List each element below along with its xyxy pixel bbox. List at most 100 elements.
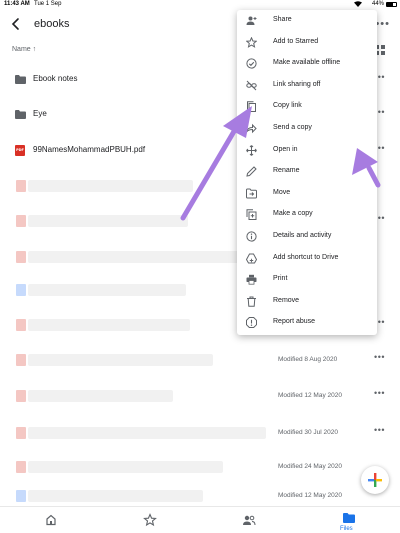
status-bar: 11:43 AM Tue 1 Sep 44% bbox=[0, 0, 400, 10]
menu-item-label: Remove bbox=[273, 296, 300, 304]
bottom-navigation: Files bbox=[0, 506, 400, 533]
menu-item-add-shortcut-to-drive[interactable]: Add shortcut to Drive bbox=[237, 248, 377, 270]
file-icon bbox=[16, 461, 26, 473]
file-icon bbox=[16, 427, 26, 439]
menu-item-rename[interactable]: Rename bbox=[237, 161, 377, 183]
modified-date: Modified 30 Jul 2020 bbox=[278, 429, 338, 436]
file-icon bbox=[16, 490, 26, 502]
folder-icon bbox=[15, 75, 26, 84]
modified-date: Modified 12 May 2020 bbox=[278, 392, 342, 399]
menu-item-label: Send a copy bbox=[273, 124, 312, 131]
add-person-icon bbox=[246, 16, 257, 25]
menu-item-label: Make a copy bbox=[273, 210, 313, 218]
menu-item-details-and-activity[interactable]: Details and activity bbox=[237, 226, 377, 248]
modified-date: Modified 24 May 2020 bbox=[278, 463, 342, 470]
menu-item-print[interactable]: Print bbox=[237, 269, 377, 291]
more-options-icon[interactable]: ••• bbox=[374, 388, 385, 398]
file-icon bbox=[16, 319, 26, 331]
list-item[interactable]: Modified 30 Jul 2020 ••• bbox=[0, 421, 400, 445]
list-item[interactable]: Modified 12 May 2020 ••• bbox=[0, 384, 400, 408]
menu-item-make-available-offline[interactable]: Make available offline bbox=[237, 53, 377, 75]
menu-item-remove[interactable]: Remove bbox=[237, 291, 377, 313]
menu-item-copy-link[interactable]: Copy link bbox=[237, 96, 377, 118]
blurred-name bbox=[28, 461, 223, 473]
menu-item-label: Make available offline bbox=[273, 59, 341, 67]
menu-item-link-sharing-off[interactable]: Link sharing off bbox=[237, 75, 377, 97]
send-icon bbox=[246, 123, 257, 134]
starred-icon[interactable] bbox=[143, 513, 157, 527]
menu-item-label: Add to Starred bbox=[273, 37, 319, 45]
file-icon bbox=[16, 251, 26, 263]
menu-item-share[interactable]: Share bbox=[237, 10, 377, 32]
files-folder-icon[interactable] bbox=[342, 511, 356, 525]
blurred-name bbox=[28, 427, 266, 439]
more-options-icon[interactable]: ••• bbox=[374, 425, 385, 435]
info-icon bbox=[246, 231, 257, 242]
new-file-button[interactable] bbox=[361, 466, 389, 494]
menu-item-add-to-starred[interactable]: Add to Starred bbox=[237, 32, 377, 54]
modified-date: Modified 8 Aug 2020 bbox=[278, 356, 338, 363]
menu-item-label: Copy link bbox=[273, 102, 302, 110]
file-icon bbox=[16, 284, 26, 296]
menu-item-send-a-copy[interactable]: Send a copy bbox=[237, 118, 377, 140]
wifi-icon bbox=[354, 1, 362, 7]
drive-shortcut-icon bbox=[246, 253, 257, 264]
blurred-name bbox=[28, 490, 203, 502]
menu-item-open-in[interactable]: Open in bbox=[237, 140, 377, 162]
offline-icon bbox=[246, 58, 257, 69]
blurred-name bbox=[28, 251, 243, 263]
menu-item-label: Add shortcut to Drive bbox=[273, 253, 339, 261]
overflow-menu-icon[interactable]: ••• bbox=[375, 18, 390, 30]
duplicate-icon bbox=[246, 209, 257, 221]
print-icon bbox=[246, 274, 257, 285]
file-icon bbox=[16, 215, 26, 227]
blurred-name bbox=[28, 215, 188, 227]
link-off-icon bbox=[246, 80, 257, 91]
menu-item-move[interactable]: Move bbox=[237, 183, 377, 205]
file-icon bbox=[16, 354, 26, 366]
files-nav-label[interactable]: Files bbox=[340, 526, 353, 532]
menu-item-make-a-copy[interactable]: Make a copy bbox=[237, 204, 377, 226]
file-name: 99NamesMohammadPBUH.pdf bbox=[33, 145, 146, 154]
file-icon bbox=[16, 390, 26, 402]
menu-item-label: Report abuse bbox=[273, 318, 316, 326]
copy-icon bbox=[247, 101, 256, 113]
page-title: ebooks bbox=[34, 18, 70, 30]
star-icon bbox=[246, 36, 257, 48]
menu-item-label: Link sharing off bbox=[273, 80, 321, 88]
list-item[interactable]: Modified 12 May 2020 bbox=[0, 484, 400, 508]
menu-item-label: Rename bbox=[273, 167, 300, 175]
list-item[interactable]: Modified 8 Aug 2020 ••• bbox=[0, 348, 400, 372]
report-icon bbox=[246, 317, 257, 329]
blurred-name bbox=[28, 319, 190, 331]
trash-icon bbox=[247, 296, 256, 307]
context-menu: Share Add to Starred Make available offl… bbox=[237, 10, 377, 335]
home-icon[interactable] bbox=[44, 513, 58, 527]
shared-icon[interactable] bbox=[242, 513, 256, 527]
status-date: Tue 1 Sep bbox=[34, 1, 62, 7]
modified-date: Modified 12 May 2020 bbox=[278, 492, 342, 499]
blurred-name bbox=[28, 180, 193, 192]
menu-item-label: Open in bbox=[273, 145, 298, 153]
more-options-icon[interactable]: ••• bbox=[374, 352, 385, 362]
menu-item-label: Move bbox=[273, 188, 291, 196]
menu-item-label: Share bbox=[273, 16, 292, 23]
menu-item-report-abuse[interactable]: Report abuse bbox=[237, 312, 377, 334]
pdf-icon: PDF bbox=[15, 145, 25, 156]
file-name: Ebook notes bbox=[33, 74, 78, 83]
menu-item-label: Details and activity bbox=[273, 232, 332, 239]
battery-percent: 44% bbox=[371, 1, 384, 7]
folder-icon bbox=[15, 110, 26, 119]
sort-by-name-button[interactable]: Name ↑ bbox=[12, 46, 36, 53]
blurred-name bbox=[28, 354, 213, 366]
list-item[interactable]: Modified 24 May 2020 bbox=[0, 455, 400, 479]
status-time: 11:43 AM bbox=[4, 1, 30, 7]
blurred-name bbox=[28, 284, 186, 296]
plus-icon bbox=[368, 473, 382, 487]
open-in-icon bbox=[246, 144, 257, 156]
back-arrow-icon[interactable] bbox=[8, 16, 24, 32]
pencil-icon bbox=[246, 166, 257, 177]
file-name: Eye bbox=[33, 109, 47, 118]
blurred-name bbox=[28, 390, 173, 402]
file-icon bbox=[16, 180, 26, 192]
